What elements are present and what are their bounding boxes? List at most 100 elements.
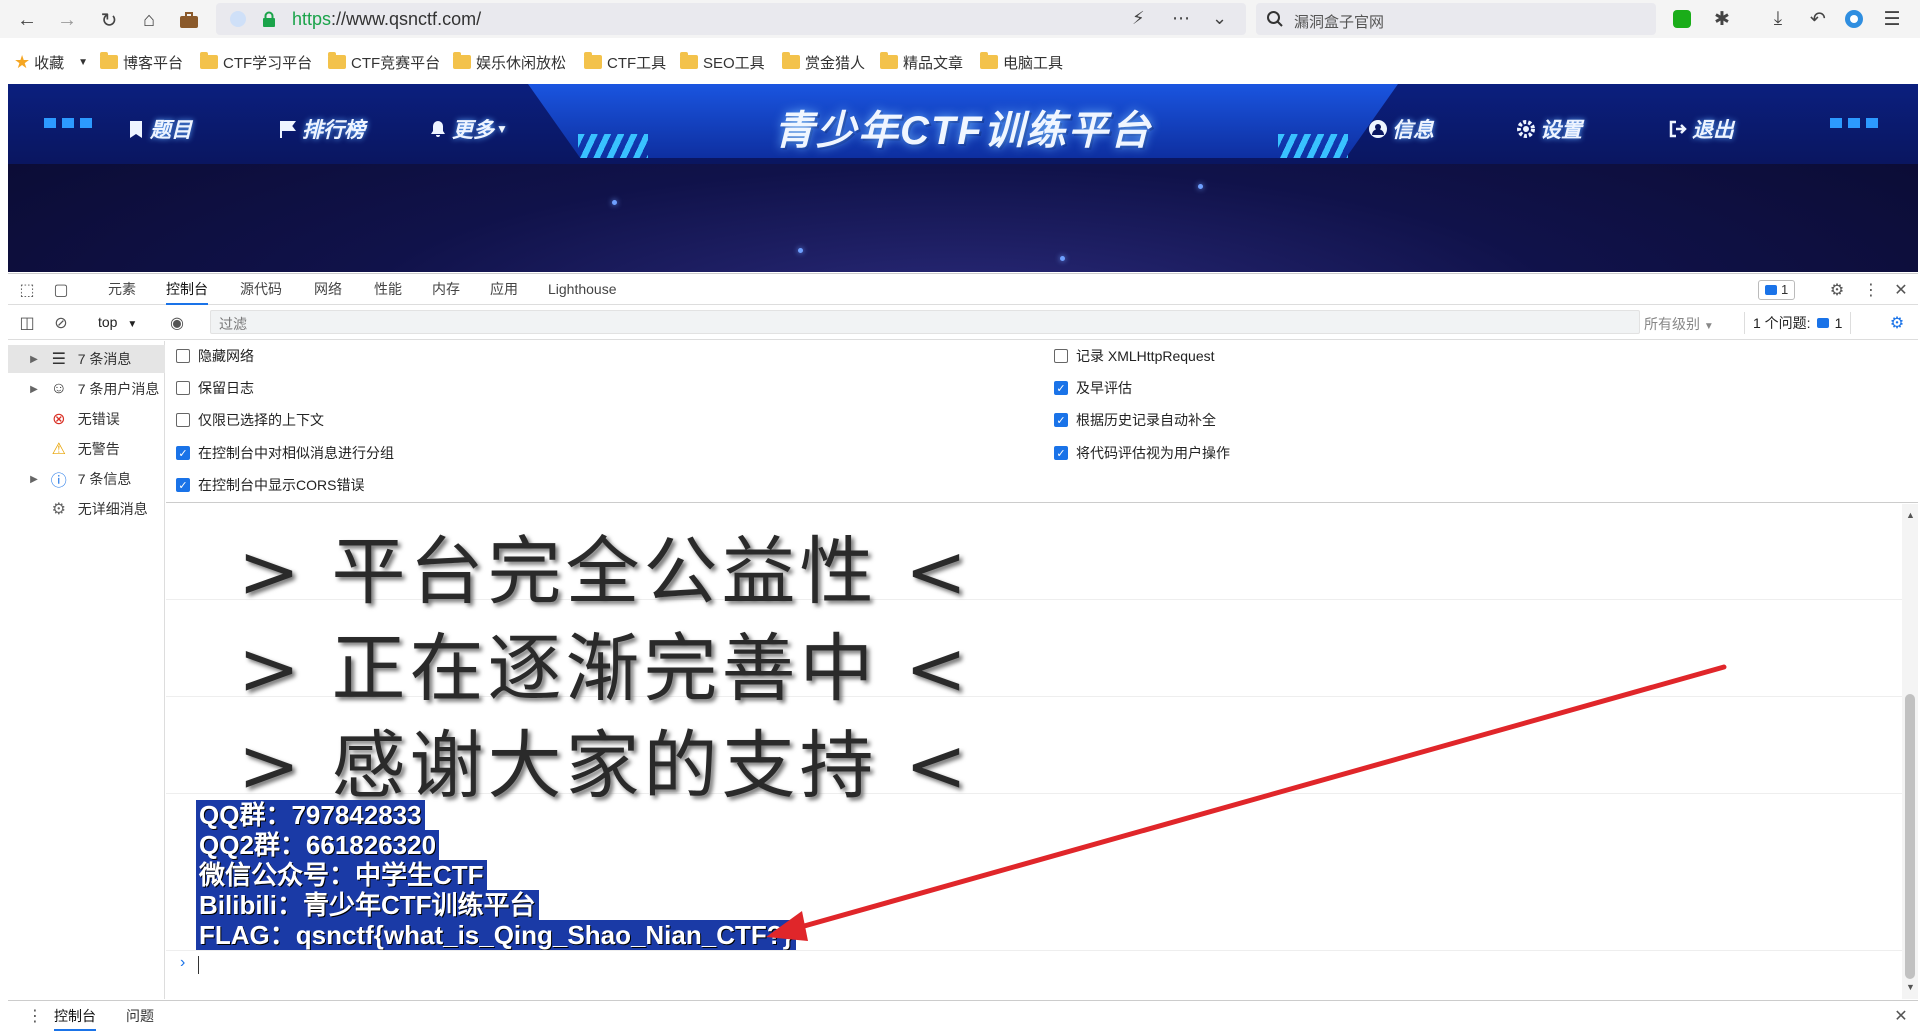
nav-ranking[interactable]: 排行榜 [278, 114, 365, 144]
checkbox-box[interactable] [1054, 349, 1068, 363]
checkbox-box[interactable]: ✓ [1054, 381, 1068, 395]
console-output[interactable]: > 平台完全公益性 < > 正在逐渐完善中 < > 感谢大家的支持 < QQ群：… [166, 504, 1902, 999]
drawer-tab-issues[interactable]: 问题 [126, 1001, 154, 1031]
bookmark-item[interactable]: 电脑工具 [980, 52, 1063, 72]
bookmark-favorites[interactable]: ★ 收藏 ▼ [14, 52, 88, 72]
bookmark-item[interactable]: 赏金猎人 [782, 52, 865, 72]
drawer-tab-console[interactable]: 控制台 [54, 1001, 96, 1031]
checkbox-preserve-log[interactable]: 保留日志 [176, 377, 254, 399]
filter-input[interactable]: 过滤 [210, 310, 1640, 334]
checkbox-box[interactable] [176, 381, 190, 395]
console-scrollbar[interactable]: ▲ ▼ [1902, 504, 1918, 999]
inspect-icon[interactable]: ⬚ [16, 279, 38, 301]
sidebar-toggle-icon[interactable]: ◫ [16, 312, 38, 334]
lightning-icon[interactable]: ⚡ [1132, 8, 1145, 29]
sidebar-item-warnings[interactable]: ⚠ 无警告 [8, 435, 165, 463]
checkbox-autocomplete[interactable]: ✓ 根据历史记录自动补全 [1054, 409, 1216, 431]
issues-counter[interactable]: 1 个问题: 1 [1744, 312, 1852, 334]
tab-application[interactable]: 应用 [490, 274, 518, 305]
nav-info[interactable]: 信息 [1368, 114, 1434, 144]
menu-icon[interactable]: ☰ [1880, 7, 1904, 31]
eye-icon[interactable]: ◉ [166, 312, 188, 334]
bookmark-item[interactable]: CTF竞赛平台 [328, 52, 440, 72]
nav-label: 退出 [1692, 119, 1734, 142]
context-label: top [98, 314, 118, 330]
url-text[interactable]: https://www.qsnctf.com/ [292, 9, 481, 30]
checkbox-box[interactable] [176, 349, 190, 363]
shield-icon [230, 11, 246, 27]
checkbox-user-gesture[interactable]: ✓ 将代码评估视为用户操作 [1054, 442, 1230, 464]
kebab-menu-icon[interactable]: ⋮ [1860, 279, 1882, 301]
qq-group-line: QQ群：797842833 [196, 800, 425, 830]
nav-settings[interactable]: 设置 [1516, 114, 1582, 144]
bookmark-item[interactable]: 娱乐休闲放松 [453, 52, 566, 72]
back-icon[interactable]: ← [14, 7, 40, 33]
checkbox-log-xhr[interactable]: 记录 XMLHttpRequest [1054, 345, 1215, 367]
tab-memory[interactable]: 内存 [432, 274, 460, 305]
wechat-icon[interactable] [1670, 7, 1694, 31]
bookmark-item[interactable]: 精品文章 [880, 52, 963, 72]
extensions-icon[interactable]: ✱ [1710, 7, 1734, 31]
reload-icon[interactable]: ↻ [96, 7, 122, 33]
console-settings-icon[interactable]: ⚙ [1886, 312, 1908, 334]
sidebar-item-verbose[interactable]: ⚙ 无详细消息 [8, 495, 165, 523]
nav-logout[interactable]: 退出 [1668, 114, 1734, 144]
checkbox-eager-eval[interactable]: ✓ 及早评估 [1054, 377, 1132, 399]
clear-console-icon[interactable]: ⊘ [50, 312, 72, 334]
drawer-menu-icon[interactable]: ⋮ [24, 1005, 46, 1027]
star-dot [612, 200, 617, 205]
nav-problems[interactable]: 题目 [126, 114, 192, 144]
bookmark-item[interactable]: SEO工具 [680, 52, 765, 72]
tab-elements[interactable]: 元素 [108, 274, 136, 305]
tab-console[interactable]: 控制台 [166, 274, 208, 305]
tab-sources[interactable]: 源代码 [240, 274, 282, 305]
search-box[interactable]: 漏洞盒子官网 [1256, 3, 1656, 35]
close-drawer-icon[interactable]: ✕ [1890, 1005, 1912, 1027]
scroll-up-icon[interactable]: ▲ [1906, 510, 1915, 520]
checkbox-selected-context[interactable]: 仅限已选择的上下文 [176, 409, 324, 431]
nav-label: 更多 [452, 119, 494, 142]
forward-icon[interactable]: → [54, 7, 80, 33]
checkbox-box[interactable]: ✓ [1054, 413, 1068, 427]
checkbox-box[interactable] [176, 413, 190, 427]
checkbox-group-similar[interactable]: ✓ 在控制台中对相似消息进行分组 [176, 442, 394, 464]
checkbox-box[interactable]: ✓ [176, 478, 190, 492]
checkbox-show-cors[interactable]: ✓ 在控制台中显示CORS错误 [176, 474, 364, 496]
download-icon[interactable]: ⤓ [1766, 7, 1790, 31]
device-toolbar-icon[interactable]: ▢ [50, 279, 72, 301]
scroll-down-icon[interactable]: ▼ [1906, 982, 1915, 992]
tab-network[interactable]: 网络 [314, 274, 342, 305]
undo-icon[interactable]: ↶ [1806, 7, 1830, 31]
account-icon[interactable] [1842, 7, 1866, 31]
prompt-chevron-icon: › [180, 954, 186, 971]
tab-performance[interactable]: 性能 [374, 274, 402, 305]
flag-line: FLAG：qsnctf{what_is_Qing_Shao_Nian_CTF?} [196, 920, 796, 950]
log-level-dropdown[interactable]: 所有级别 ▼ [1644, 314, 1714, 334]
context-selector[interactable]: top ▼ [98, 314, 137, 330]
flag-icon [280, 121, 296, 138]
checkbox-box[interactable]: ✓ [1054, 446, 1068, 460]
bookmark-item[interactable]: CTF工具 [584, 52, 666, 72]
sidebar-item-messages[interactable]: ▶ ☰ 7 条消息 [8, 345, 165, 373]
bookmark-item[interactable]: 博客平台 [100, 52, 183, 72]
address-bar[interactable]: https://www.qsnctf.com/ ⚡ ⋯ ⌄ [216, 3, 1246, 35]
issues-badge[interactable]: 1 [1758, 280, 1796, 300]
nav-more[interactable]: 更多 ▼ [428, 114, 508, 144]
devtools-drawer: ⋮ 控制台 问题 ✕ [8, 1000, 1918, 1032]
console-input-caret[interactable] [198, 956, 199, 974]
sidebar-item-errors[interactable]: ⊗ 无错误 [8, 405, 165, 433]
bookmark-item[interactable]: CTF学习平台 [200, 52, 312, 72]
chevron-down-icon[interactable]: ⌄ [1212, 8, 1227, 29]
tab-lighthouse[interactable]: Lighthouse [548, 274, 617, 305]
checkbox-box[interactable]: ✓ [176, 446, 190, 460]
home-icon[interactable]: ⌂ [136, 7, 162, 33]
settings-gear-icon[interactable]: ⚙ [1826, 279, 1848, 301]
checkbox-hide-network[interactable]: 隐藏网络 [176, 345, 254, 367]
briefcase-icon[interactable] [176, 7, 202, 33]
search-placeholder: 漏洞盒子官网 [1294, 14, 1385, 31]
more-icon[interactable]: ⋯ [1172, 8, 1190, 29]
close-devtools-icon[interactable]: ✕ [1890, 279, 1912, 301]
sidebar-item-user-messages[interactable]: ▶ ☺ 7 条用户消息 [8, 375, 165, 403]
sidebar-item-info[interactable]: ▶ ⓘ 7 条信息 [8, 465, 165, 493]
scrollbar-thumb[interactable] [1905, 694, 1915, 979]
